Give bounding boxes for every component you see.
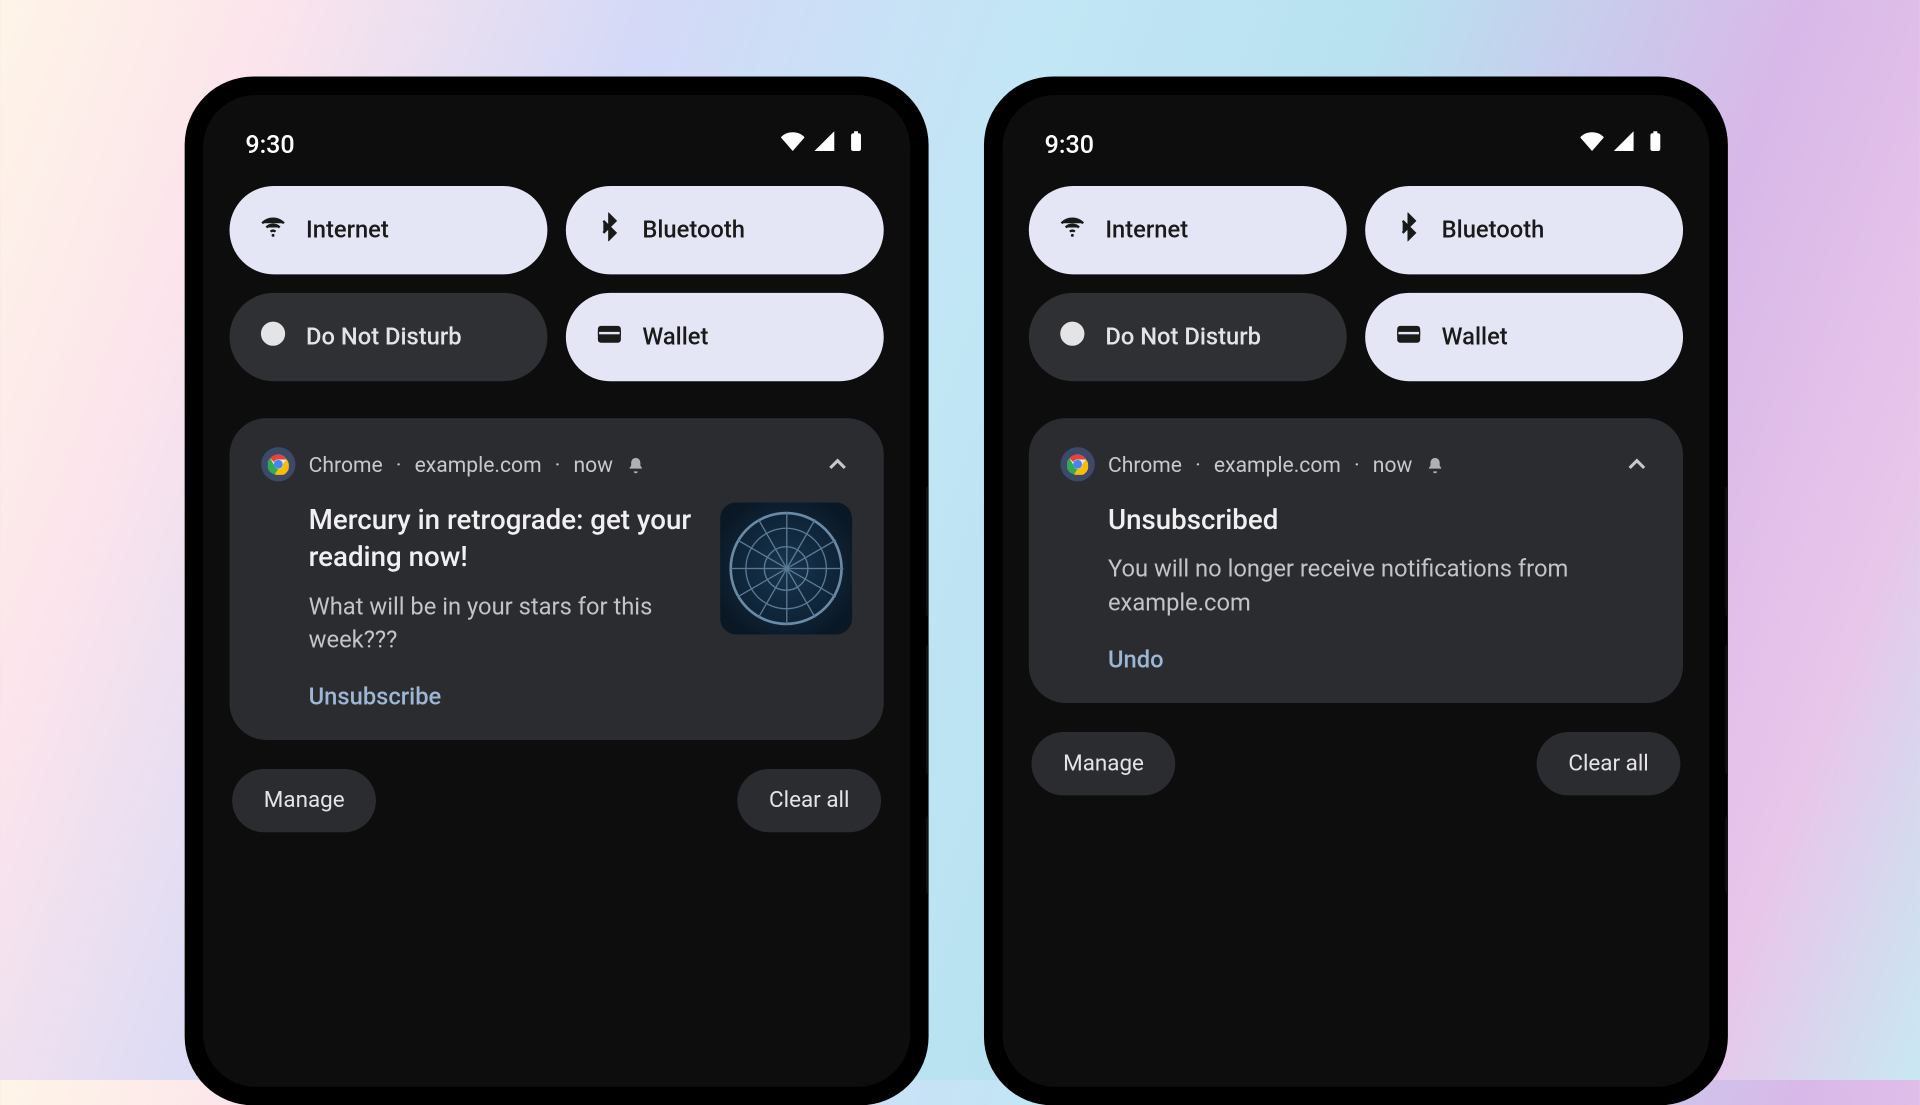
phone-mockup-before: 9:30 Internet Bluetooth Do Not Disturb <box>185 77 929 1105</box>
collapse-icon[interactable] <box>823 450 852 479</box>
qs-tile-wallet[interactable]: Wallet <box>1365 293 1683 381</box>
quick-settings: Internet Bluetooth Do Not Disturb Wallet <box>230 186 884 381</box>
status-icons <box>781 129 868 159</box>
manage-button[interactable]: Manage <box>232 769 376 832</box>
side-button <box>926 644 929 776</box>
clock: 9:30 <box>1045 129 1094 159</box>
notification-image <box>720 503 852 635</box>
manage-button[interactable]: Manage <box>1031 732 1175 795</box>
qs-tile-dnd[interactable]: Do Not Disturb <box>230 293 548 381</box>
notification-time: now <box>1373 452 1413 477</box>
qs-tile-internet[interactable]: Internet <box>1029 186 1347 274</box>
status-icons <box>1580 129 1667 159</box>
side-button <box>1725 485 1728 617</box>
qs-label: Bluetooth <box>642 216 745 244</box>
chrome-icon <box>261 447 295 481</box>
separator: · <box>1354 452 1360 477</box>
notification-site: example.com <box>415 452 542 477</box>
unsubscribe-button[interactable]: Unsubscribe <box>261 683 852 711</box>
qs-tile-wallet[interactable]: Wallet <box>566 293 884 381</box>
separator: · <box>396 452 402 477</box>
zodiac-wheel-icon <box>729 512 842 625</box>
bluetooth-icon <box>595 212 624 248</box>
wifi-icon <box>259 212 288 248</box>
notification-title: Unsubscribed <box>1108 503 1651 540</box>
qs-label: Do Not Disturb <box>306 323 462 351</box>
clear-all-button[interactable]: Clear all <box>1537 732 1681 795</box>
status-bar: 9:30 <box>1029 119 1683 186</box>
notification-footer: Manage Clear all <box>1029 726 1683 800</box>
cellular-icon <box>1612 129 1636 159</box>
side-button <box>1725 815 1728 894</box>
qs-label: Internet <box>1105 216 1188 244</box>
battery-icon <box>844 129 868 159</box>
qs-label: Wallet <box>1442 323 1508 351</box>
collapse-icon[interactable] <box>1622 450 1651 479</box>
qs-label: Bluetooth <box>1442 216 1545 244</box>
notification-footer: Manage Clear all <box>230 764 884 838</box>
wifi-icon <box>1058 212 1087 248</box>
bell-icon <box>1426 455 1444 473</box>
notification-header: Chrome · example.com · now <box>261 447 852 481</box>
notification-app: Chrome <box>309 452 383 477</box>
wifi-icon <box>1580 129 1604 159</box>
undo-button[interactable]: Undo <box>1060 646 1651 674</box>
notification-header: Chrome · example.com · now <box>1060 447 1651 481</box>
battery-icon <box>1643 129 1667 159</box>
wallet-icon <box>595 319 624 355</box>
side-button <box>926 815 929 894</box>
qs-label: Internet <box>306 216 389 244</box>
status-bar: 9:30 <box>230 119 884 186</box>
qs-tile-dnd[interactable]: Do Not Disturb <box>1029 293 1347 381</box>
notification-time: now <box>573 452 613 477</box>
separator: · <box>555 452 561 477</box>
clock: 9:30 <box>245 129 294 159</box>
qs-label: Do Not Disturb <box>1105 323 1261 351</box>
notification-card[interactable]: Chrome · example.com · now Unsubscribed … <box>1029 418 1683 703</box>
bell-icon <box>626 455 644 473</box>
dnd-icon <box>259 319 288 355</box>
qs-tile-internet[interactable]: Internet <box>230 186 548 274</box>
dnd-icon <box>1058 319 1087 355</box>
qs-label: Wallet <box>642 323 708 351</box>
qs-tile-bluetooth[interactable]: Bluetooth <box>566 186 884 274</box>
notification-site: example.com <box>1214 452 1341 477</box>
screen: 9:30 Internet Bluetooth Do Not Disturb <box>203 95 910 1087</box>
side-button <box>1725 644 1728 776</box>
notification-card[interactable]: Chrome · example.com · now Mercury in re… <box>230 418 884 740</box>
notification-title: Mercury in retrograde: get your reading … <box>309 503 699 578</box>
notification-subtitle: What will be in your stars for this week… <box>309 590 699 656</box>
chrome-icon <box>1060 447 1094 481</box>
notification-app: Chrome <box>1108 452 1182 477</box>
screen: 9:30 Internet Bluetooth Do Not Disturb <box>1002 95 1709 1087</box>
wallet-icon <box>1394 319 1423 355</box>
notification-subtitle: You will no longer receive notifications… <box>1108 553 1651 619</box>
clear-all-button[interactable]: Clear all <box>737 769 881 832</box>
phone-mockup-after: 9:30 Internet Bluetooth Do Not Disturb <box>984 77 1728 1105</box>
side-button <box>926 485 929 617</box>
cellular-icon <box>813 129 837 159</box>
quick-settings: Internet Bluetooth Do Not Disturb Wallet <box>1029 186 1683 381</box>
separator: · <box>1195 452 1201 477</box>
qs-tile-bluetooth[interactable]: Bluetooth <box>1365 186 1683 274</box>
bluetooth-icon <box>1394 212 1423 248</box>
wifi-icon <box>781 129 805 159</box>
